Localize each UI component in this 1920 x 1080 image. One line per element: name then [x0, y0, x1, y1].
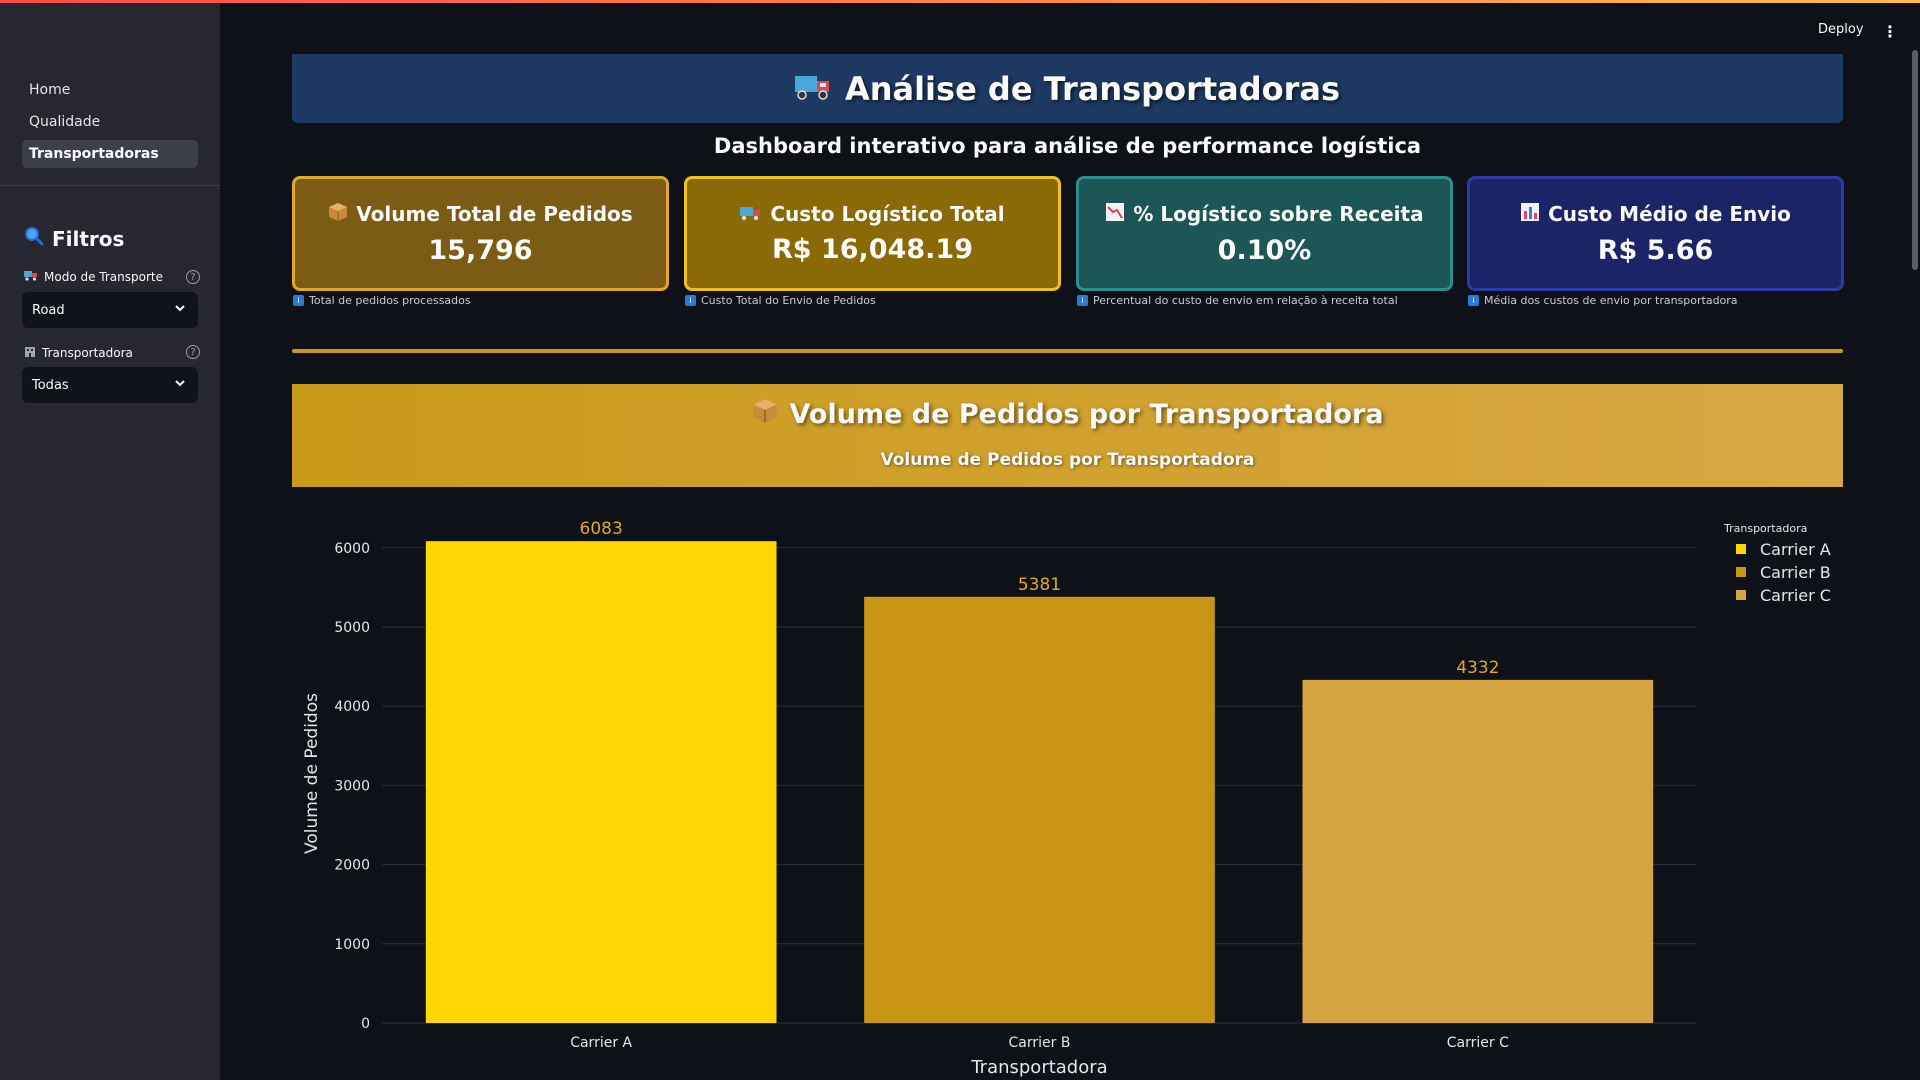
- data-label: 5381: [1018, 575, 1061, 595]
- select-value: Road: [32, 302, 65, 318]
- help-icon[interactable]: ?: [186, 345, 200, 359]
- nav-item-qualidade[interactable]: Qualidade: [22, 108, 198, 136]
- metric-value: 0.10%: [1217, 234, 1312, 266]
- legend-item: Carrier C: [1760, 586, 1831, 605]
- nav-item-transportadoras[interactable]: Transportadoras: [22, 140, 198, 168]
- page-title: Análise de Transportadoras: [844, 69, 1341, 108]
- bar-chart-icon: [1520, 202, 1540, 227]
- magnifier-icon: [24, 226, 44, 251]
- legend-item: Carrier B: [1760, 563, 1831, 582]
- info-icon: i: [1468, 295, 1479, 306]
- top-accent-line: [0, 0, 1920, 3]
- legend-swatch: [1736, 544, 1746, 554]
- section-title: Volume de Pedidos por Transportadora: [789, 399, 1384, 430]
- y-tick-label: 4000: [334, 699, 370, 715]
- bar-carrier-c: [1302, 679, 1654, 1023]
- info-icon: i: [1077, 295, 1088, 306]
- section-heading: Volume de Pedidos por Transportadora: [292, 398, 1843, 431]
- metric-caption: i Média dos custos de envio por transpor…: [1468, 294, 1738, 307]
- chevron-down-icon: [174, 377, 186, 393]
- metric-caption: i Total de pedidos processados: [293, 294, 471, 307]
- section-banner: Volume de Pedidos por Transportadora Vol…: [292, 384, 1843, 487]
- filter-label-text: Transportadora: [42, 345, 133, 360]
- y-tick-label: 5000: [334, 620, 370, 636]
- chart-down-icon: [1105, 202, 1125, 227]
- x-tick-label: Carrier B: [1009, 1035, 1071, 1051]
- filters-title: Filtros: [52, 226, 125, 251]
- info-icon: i: [685, 295, 696, 306]
- nav-item-home[interactable]: Home: [22, 76, 198, 104]
- metric-caption: i Custo Total do Envio de Pedidos: [685, 294, 876, 307]
- chart-title: Volume de Pedidos por Transportadora: [880, 450, 1255, 470]
- metric-card-total-orders: Volume Total de Pedidos 15,796: [292, 176, 669, 291]
- x-tick-label: Carrier C: [1447, 1035, 1509, 1051]
- y-tick-label: 0: [361, 1016, 370, 1032]
- legend-swatch: [1736, 567, 1746, 577]
- deploy-button[interactable]: Deploy: [1818, 22, 1864, 37]
- data-label: 4332: [1456, 658, 1499, 678]
- package-icon: [752, 398, 778, 431]
- bar-chart: 0 1000 2000 3000 4000 5000 6000 6083 Carrier A 53…: [302, 519, 1831, 1078]
- truck-icon: [740, 202, 762, 226]
- metric-value: R$ 16,048.19: [772, 234, 973, 265]
- x-axis-title: Transportadora: [970, 1057, 1107, 1078]
- building-icon: [24, 345, 36, 360]
- page-subtitle: Dashboard interativo para análise de per…: [713, 134, 1422, 158]
- legend-title: Transportadora: [1723, 522, 1807, 535]
- sidebar: Home Qualidade Transportadoras Filtros M…: [0, 0, 220, 1080]
- sidebar-divider: [0, 185, 220, 186]
- metric-title: Volume Total de Pedidos: [356, 202, 633, 226]
- data-label: 6083: [580, 519, 623, 539]
- truck-icon: [794, 73, 831, 105]
- metric-caption: i Percentual do custo de envio em relaçã…: [1077, 294, 1398, 307]
- truck-icon: [24, 270, 38, 284]
- carrier-select[interactable]: Todas: [22, 367, 198, 403]
- chevron-down-icon: [174, 302, 186, 318]
- page-header-banner: Análise de Transportadoras: [292, 54, 1843, 123]
- filter-label-transport-mode: Modo de Transporte ?: [24, 270, 200, 284]
- filters-heading: Filtros: [24, 226, 124, 251]
- legend-item: Carrier A: [1760, 540, 1831, 559]
- legend-swatch: [1736, 590, 1746, 600]
- info-icon: i: [293, 295, 304, 306]
- scrollbar[interactable]: [1912, 50, 1918, 270]
- y-tick-label: 3000: [334, 778, 370, 794]
- metric-value: R$ 5.66: [1597, 234, 1714, 266]
- metric-title: Custo Médio de Envio: [1548, 202, 1791, 226]
- metric-title: % Logístico sobre Receita: [1133, 202, 1424, 226]
- filter-label-text: Modo de Transporte: [44, 270, 163, 284]
- y-tick-label: 2000: [334, 858, 370, 874]
- metric-card-avg-shipping: Custo Médio de Envio R$ 5.66: [1467, 176, 1844, 291]
- metric-card-logistic-cost: Custo Logístico Total R$ 16,048.19: [684, 176, 1061, 291]
- bar-carrier-a: [425, 541, 777, 1023]
- bar-carrier-b: [864, 596, 1215, 1023]
- filter-label-carrier: Transportadora ?: [24, 345, 200, 360]
- metric-title: Custo Logístico Total: [770, 202, 1005, 226]
- select-value: Todas: [32, 377, 69, 393]
- y-axis-title: Volume de Pedidos: [302, 693, 322, 854]
- sidebar-nav: Home Qualidade Transportadoras: [22, 76, 198, 172]
- metric-card-logistic-percent: % Logístico sobre Receita 0.10%: [1076, 176, 1453, 291]
- metric-value: 15,796: [428, 234, 533, 266]
- y-tick-label: 1000: [334, 937, 370, 953]
- main-menu-icon[interactable]: ⋮: [1882, 22, 1898, 41]
- transport-mode-select[interactable]: Road: [22, 292, 198, 328]
- y-tick-label: 6000: [334, 541, 370, 557]
- x-tick-label: Carrier A: [570, 1035, 632, 1051]
- help-icon[interactable]: ?: [186, 270, 200, 284]
- section-divider: [292, 349, 1843, 353]
- package-icon: [328, 202, 348, 227]
